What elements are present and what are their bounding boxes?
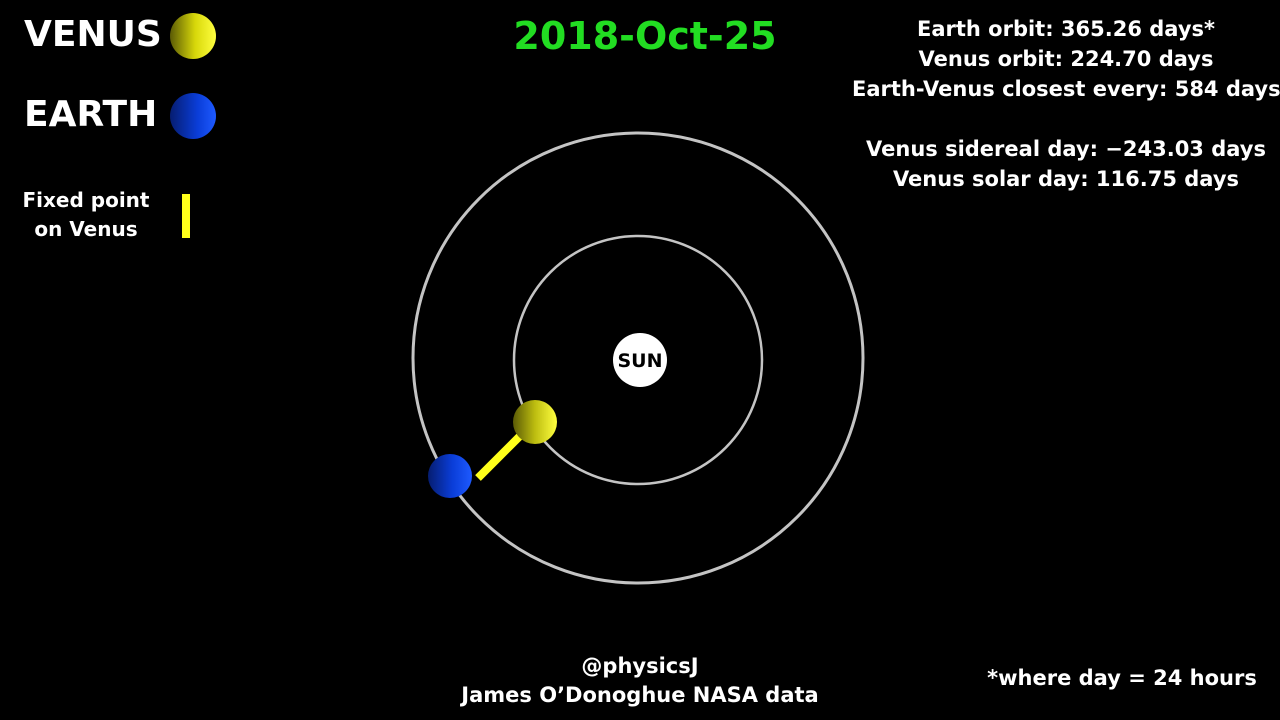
- earth-planet: [428, 454, 472, 498]
- footnote: *where day = 24 hours: [987, 666, 1257, 690]
- credit-handle: @physicsJ: [581, 654, 699, 678]
- orbit-diagram: SUN: [411, 131, 865, 585]
- venus-planet: [513, 400, 557, 444]
- credit: @physicsJ James O’Donoghue NASA data: [430, 652, 850, 710]
- sun-label: SUN: [617, 350, 662, 372]
- credit-source: James O’Donoghue NASA data: [461, 683, 819, 707]
- fixed-point-line: [475, 431, 525, 481]
